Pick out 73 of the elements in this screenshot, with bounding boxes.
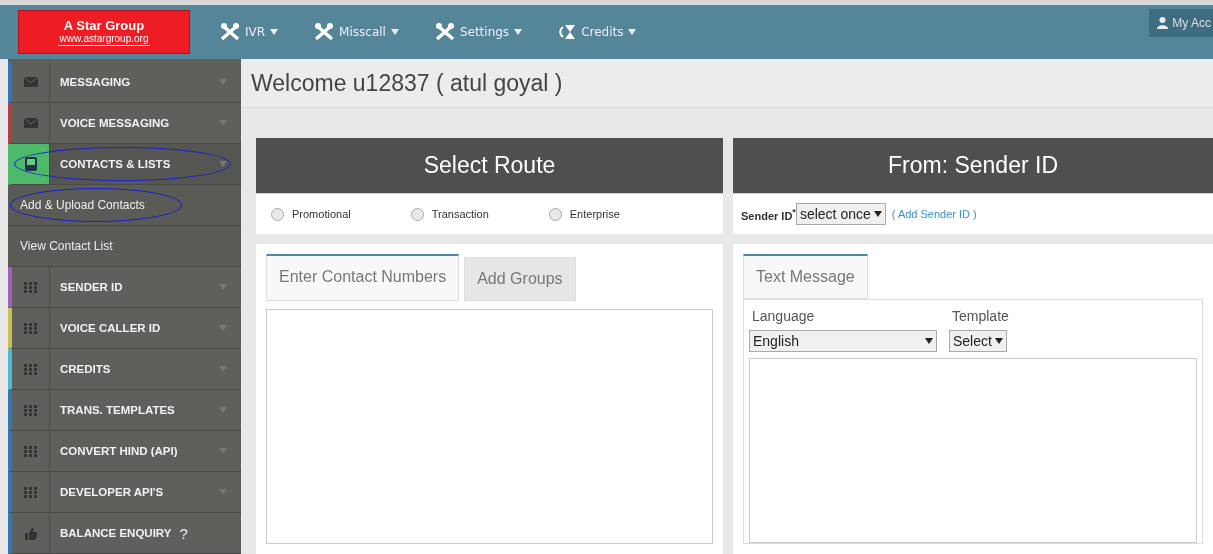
field-label: Template [951, 308, 1010, 324]
field-label: Sender ID$^{*}$ [741, 206, 796, 222]
language-select[interactable]: English [749, 330, 937, 352]
contact-numbers-field[interactable] [266, 309, 713, 544]
sidebar-subitem[interactable]: View Contact List [8, 226, 241, 267]
message-field[interactable] [749, 358, 1197, 543]
dropdown-caret-icon [219, 284, 227, 290]
dropdown-caret-icon [219, 407, 227, 413]
tab[interactable]: Enter Contact Numbers [266, 254, 460, 301]
tools-icon [434, 22, 455, 41]
sender-id-select[interactable]: select once [795, 203, 886, 225]
tools-icon [220, 22, 240, 41]
dropdown-caret-icon [219, 366, 227, 372]
radio-label: Transaction [431, 208, 489, 220]
thumbs-up-icon [23, 526, 38, 540]
nav-menu-item[interactable]: Settings [434, 22, 523, 41]
template-select[interactable]: Select [949, 330, 1007, 352]
dropdown-caret-icon [219, 120, 227, 126]
caret-icon [628, 28, 637, 35]
radio-label: Enterprise [569, 208, 620, 220]
sidebar-subitem[interactable]: Add & Upload Contacts [8, 185, 241, 226]
nav-menu-item[interactable]: IVR [220, 22, 279, 41]
grid-icon [24, 322, 37, 334]
radio-button[interactable] [410, 207, 424, 221]
caret-icon [994, 338, 1003, 344]
sidebar-item[interactable]: BALANCE ENQUIRY ? [8, 513, 241, 554]
brand-logo[interactable]: A Star Group www.astargroup.org [18, 9, 190, 54]
tools-icon [314, 22, 335, 41]
hourglass-icon [558, 23, 577, 40]
user-icon [1157, 16, 1169, 29]
sidebar-item[interactable]: VOICE MESSAGING [8, 103, 241, 144]
envelope-icon [23, 118, 38, 128]
grid-icon [24, 445, 37, 457]
dropdown-caret-icon [219, 325, 227, 331]
welcome-heading: Welcome u12837 ( atul goyal ) [241, 59, 1213, 108]
tab[interactable]: Add Groups [464, 257, 576, 301]
sidebar-item[interactable]: VOICE CALLER ID [8, 308, 241, 349]
sidebar-item[interactable]: MESSAGING [8, 62, 241, 103]
field-label: Language [751, 308, 816, 324]
caret-icon [390, 28, 399, 35]
caret-icon [514, 28, 523, 35]
caret-icon [925, 338, 933, 344]
dropdown-caret-icon [219, 489, 227, 495]
sidebar-item[interactable]: SENDER ID [8, 267, 241, 308]
grid-icon [24, 281, 37, 293]
brand-name: A Star Group [63, 17, 145, 33]
sidebar-item[interactable]: CREDITS [8, 349, 241, 390]
panel-title: From: Sender ID [733, 138, 1213, 194]
dropdown-caret-icon [219, 161, 227, 167]
caret-icon [873, 211, 882, 217]
grid-icon [24, 363, 37, 375]
caret-icon [270, 28, 279, 35]
panel-title: Select Route [256, 138, 723, 194]
book-icon [24, 157, 37, 171]
sidebar-item[interactable]: TRANS. TEMPLATES [8, 390, 241, 431]
dropdown-caret-icon [219, 79, 227, 85]
sidebar-item[interactable]: DEVELOPER API'S [8, 472, 241, 513]
help-mark[interactable]: ? [179, 524, 188, 542]
radio-label: Promotional [292, 208, 351, 220]
nav-menu-item[interactable]: Credits [558, 23, 637, 40]
tab[interactable]: Text Message [743, 254, 868, 299]
envelope-icon [23, 77, 38, 87]
add-sender-link[interactable]: ( Add Sender ID ) [891, 208, 977, 220]
radio-button[interactable] [548, 207, 562, 221]
grid-icon [24, 404, 37, 416]
radio-button[interactable] [271, 207, 284, 221]
nav-menu-item[interactable]: Misscall [314, 22, 399, 41]
dropdown-caret-icon [219, 448, 227, 454]
grid-icon [24, 486, 37, 498]
account-button[interactable]: My Acc [1149, 8, 1213, 37]
sidebar-item[interactable]: CONTACTS & LISTS [8, 144, 241, 185]
brand-url: www.astargroup.org [57, 32, 151, 46]
sidebar-item[interactable]: CONVERT HIND (API) [8, 431, 241, 472]
